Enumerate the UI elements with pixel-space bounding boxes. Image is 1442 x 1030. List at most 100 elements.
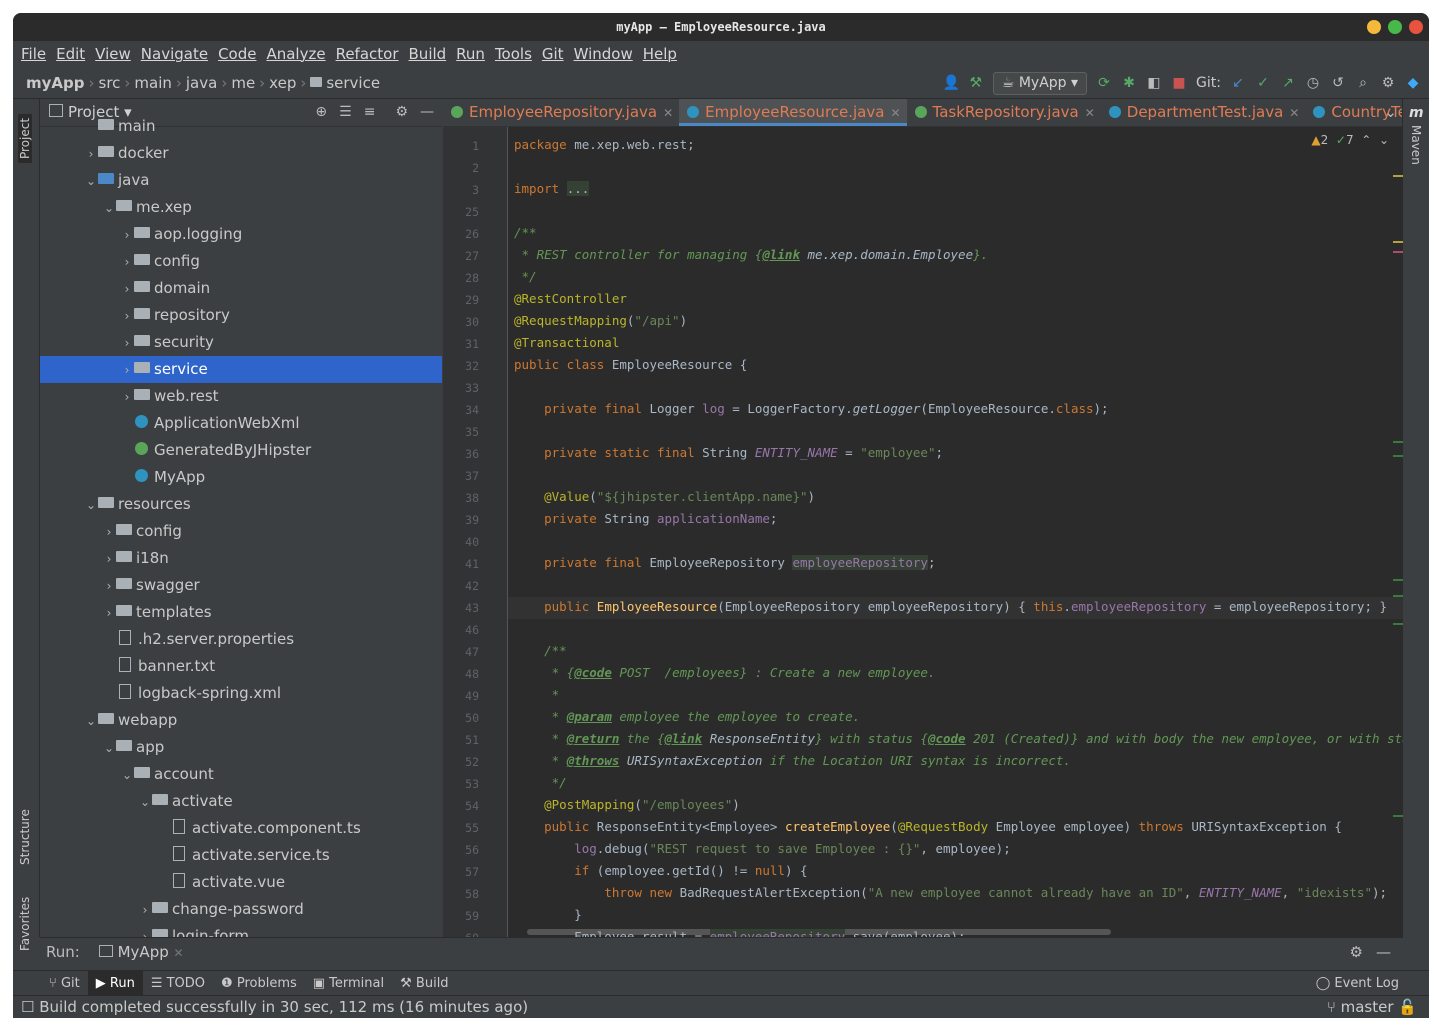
git-commit-icon[interactable]: ✓ xyxy=(1255,68,1271,98)
next-highlight-icon[interactable]: ⌄ xyxy=(1379,133,1389,147)
close-tab-icon[interactable]: ✕ xyxy=(890,106,900,120)
tree-item[interactable]: › aop.logging xyxy=(40,221,442,248)
tree-item[interactable]: › domain xyxy=(40,275,442,302)
breadcrumb-src[interactable]: src xyxy=(99,68,121,98)
search-icon[interactable]: ⌕ xyxy=(1355,68,1371,98)
history-icon[interactable]: ◷ xyxy=(1305,68,1321,98)
code-line[interactable]: private String applicationName; xyxy=(514,511,777,526)
plugin-icon[interactable]: ◆ xyxy=(1405,68,1421,98)
code-line[interactable]: * REST controller for managing {@link me… xyxy=(514,247,989,262)
editor-tab[interactable]: TaskRepository.java ✕ xyxy=(907,99,1101,126)
chevron-down-icon[interactable]: ⌄ xyxy=(84,168,98,195)
tree-item[interactable]: banner.txt xyxy=(40,653,442,680)
code-line[interactable]: * xyxy=(514,687,560,702)
tree-item[interactable]: › templates xyxy=(40,599,442,626)
run-config-dropdown[interactable]: ☕ MyApp ▾ xyxy=(992,71,1088,95)
menu-refactor[interactable]: Refactor xyxy=(336,45,399,63)
tree-item[interactable]: ApplicationWebXml xyxy=(40,410,442,437)
tree-item[interactable]: .h2.server.properties xyxy=(40,626,442,653)
tree-item[interactable]: › swagger xyxy=(40,572,442,599)
tree-item[interactable]: ⌄ account xyxy=(40,761,442,788)
tool-tab-terminal[interactable]: ▣ Terminal xyxy=(305,971,392,996)
editor-tab[interactable]: DepartmentTest.java ✕ xyxy=(1101,99,1306,126)
chevron-down-icon[interactable]: ⌄ xyxy=(102,195,116,222)
tree-item[interactable]: ⌄ app xyxy=(40,734,442,761)
tool-tab-git[interactable]: ⑂ Git xyxy=(41,971,88,996)
tree-item[interactable]: ⌄ java xyxy=(40,167,442,194)
code-line[interactable]: * @param employee the employee to create… xyxy=(514,709,861,724)
prev-highlight-icon[interactable]: ⌃ xyxy=(1361,133,1371,147)
chevron-right-icon[interactable]: › xyxy=(102,546,116,573)
run-hide-icon[interactable]: — xyxy=(1376,938,1391,967)
code-line[interactable]: private final Logger log = LoggerFactory… xyxy=(514,401,1108,416)
chevron-right-icon[interactable]: › xyxy=(120,357,134,384)
breadcrumb-main[interactable]: main xyxy=(134,68,171,98)
tree-item[interactable]: ⌄ resources xyxy=(40,491,442,518)
tool-tab-build[interactable]: ⚒ Build xyxy=(392,971,456,996)
tree-item[interactable]: activate.service.ts xyxy=(40,842,442,869)
code-line[interactable]: @RestController xyxy=(514,291,627,306)
chevron-right-icon[interactable]: › xyxy=(102,573,116,600)
code-line[interactable]: package me.xep.web.rest; xyxy=(514,137,695,152)
inspection-widget[interactable]: ▲2 ✓7 ⌃ ⌄ xyxy=(1311,133,1389,147)
coverage-icon[interactable]: ◧ xyxy=(1146,68,1162,98)
tree-item[interactable]: activate.component.ts xyxy=(40,815,442,842)
tree-item[interactable]: › web.rest xyxy=(40,383,442,410)
chevron-right-icon[interactable]: › xyxy=(120,222,134,249)
code-line[interactable]: @PostMapping("/employees") xyxy=(514,797,740,812)
close-run-tab-icon[interactable]: ✕ xyxy=(174,946,184,960)
git-branch-widget[interactable]: ⑂ master 🔓 xyxy=(1327,996,1417,1018)
chevron-right-icon[interactable]: › xyxy=(120,276,134,303)
breadcrumb-myapp[interactable]: myApp xyxy=(26,68,85,98)
menu-tools[interactable]: Tools xyxy=(495,45,532,63)
tree-item[interactable]: ⌄ me.xep xyxy=(40,194,442,221)
run-tab[interactable]: MyApp ✕ xyxy=(98,943,184,961)
chevron-right-icon[interactable]: › xyxy=(84,141,98,168)
code-line[interactable]: * @throws URISyntaxException if the Loca… xyxy=(514,753,1071,768)
breadcrumb-xep[interactable]: xep xyxy=(269,68,296,98)
code-editor[interactable]: ▲2 ✓7 ⌃ ⌄ 1 package me.xep.web.rest; 2 3 imp… xyxy=(443,127,1403,937)
tree-item[interactable]: activate.vue xyxy=(40,869,442,896)
structure-tool-button[interactable]: Structure xyxy=(18,809,32,865)
editor-tab[interactable]: EmployeeResource.java ✕ xyxy=(679,99,907,126)
chevron-down-icon[interactable]: ⌄ xyxy=(84,492,98,519)
code-line[interactable]: * {@code POST /employees} : Create a new… xyxy=(514,665,936,680)
tree-item[interactable]: GeneratedByJHipster xyxy=(40,437,442,464)
tree-item[interactable]: logback-spring.xml xyxy=(40,680,442,707)
tree-item[interactable]: › repository xyxy=(40,302,442,329)
chevron-right-icon[interactable]: › xyxy=(138,897,152,924)
menu-code[interactable]: Code xyxy=(218,45,256,63)
code-line[interactable]: @Transactional xyxy=(514,335,619,350)
minimize-button[interactable] xyxy=(1367,20,1381,34)
code-line[interactable]: import ... xyxy=(514,181,590,196)
code-line[interactable]: public ResponseEntity<Employee> createEm… xyxy=(514,819,1342,834)
tree-item[interactable]: › i18n xyxy=(40,545,442,572)
tree-item[interactable]: ⌄ webapp xyxy=(40,707,442,734)
editor-tab[interactable]: EmployeeRepository.java ✕ xyxy=(443,99,679,126)
code-line[interactable]: public class EmployeeResource { xyxy=(514,357,747,372)
breadcrumb-me[interactable]: me xyxy=(231,68,255,98)
code-line[interactable]: * @return the {@link ResponseEntity} wit… xyxy=(514,731,1403,746)
code-line[interactable]: throw new BadRequestAlertException("A ne… xyxy=(514,885,1387,900)
git-update-icon[interactable]: ↙ xyxy=(1230,68,1246,98)
rerun-icon[interactable]: ⟳ xyxy=(1096,68,1112,98)
code-line[interactable]: @RequestMapping("/api") xyxy=(514,313,687,328)
breadcrumb-java[interactable]: java xyxy=(186,68,217,98)
chevron-right-icon[interactable]: › xyxy=(120,330,134,357)
tree-item[interactable]: › change-password xyxy=(40,896,442,923)
tree-item[interactable]: ⌄ activate xyxy=(40,788,442,815)
tree-item[interactable]: › service xyxy=(40,356,442,383)
gear-icon[interactable]: ⚙ xyxy=(1380,68,1396,98)
tree-item[interactable]: main xyxy=(40,113,442,140)
maximize-button[interactable] xyxy=(1388,20,1402,34)
chevron-right-icon[interactable]: › xyxy=(120,249,134,276)
menu-build[interactable]: Build xyxy=(409,45,447,63)
tree-item[interactable]: › login-form xyxy=(40,923,442,937)
event-log-button[interactable]: ◯ Event Log xyxy=(1316,971,1399,996)
code-line[interactable]: public EmployeeResource(EmployeeReposito… xyxy=(514,599,1387,614)
tool-tab-problems[interactable]: ❶ Problems xyxy=(213,971,305,996)
code-line[interactable]: */ xyxy=(514,269,537,284)
code-line[interactable]: Employee result = employeeRepository.sav… xyxy=(514,929,966,937)
rollback-icon[interactable]: ↺ xyxy=(1330,68,1346,98)
code-line[interactable]: @Value("${jhipster.clientApp.name}") xyxy=(514,489,815,504)
